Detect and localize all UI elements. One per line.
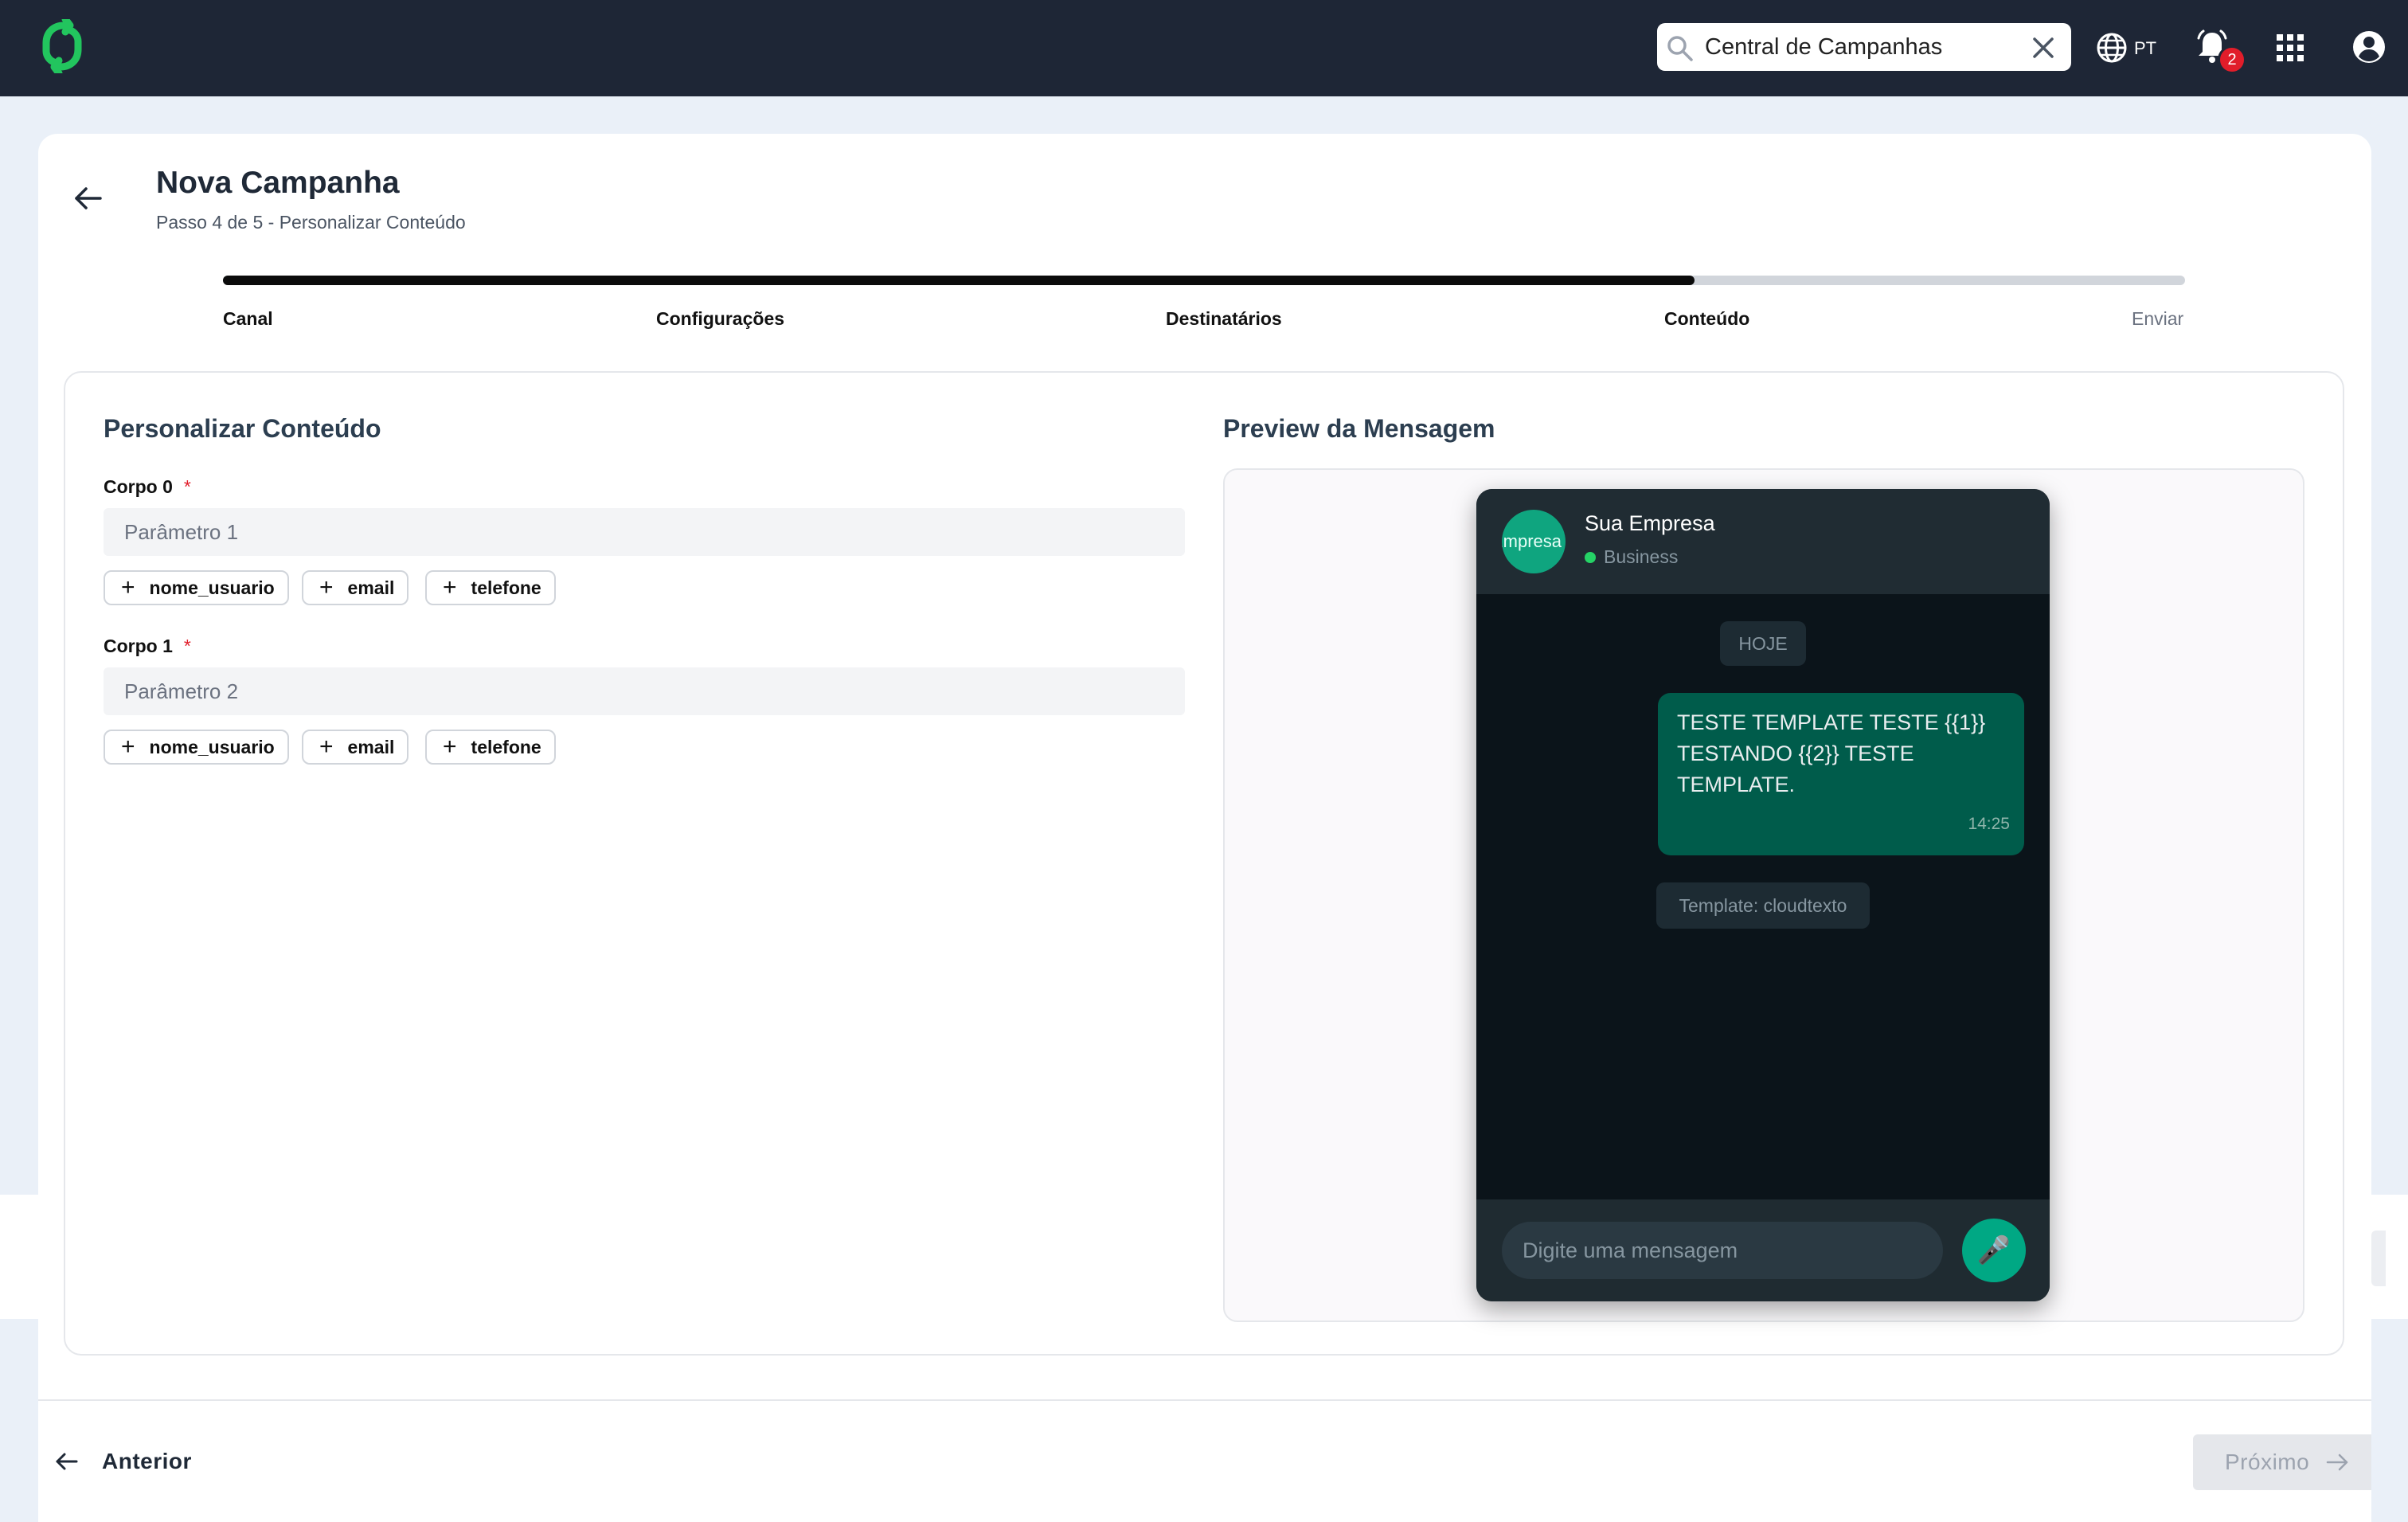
- section-title-personalize: Personalizar Conteúdo: [104, 414, 381, 443]
- parameter-2-input[interactable]: Parâmetro 2: [104, 667, 1185, 715]
- step-configuracoes[interactable]: Configurações: [656, 308, 784, 330]
- plus-icon: +: [319, 734, 334, 760]
- field-label-corpo-0: Corpo 0 *: [104, 476, 191, 498]
- plus-icon: +: [443, 574, 457, 601]
- chat-footer: Digite uma mensagem 🎤: [1476, 1199, 2050, 1301]
- top-navigation-bar: Central de Campanhas PT 2: [0, 0, 2408, 96]
- progress-fill: [223, 276, 1695, 285]
- chip-label: telefone: [471, 736, 541, 757]
- logo-icon[interactable]: [35, 19, 89, 73]
- progress-track: [223, 276, 2185, 285]
- plus-icon: +: [443, 734, 457, 760]
- chip-add-nome-usuario[interactable]: + nome_usuario: [104, 570, 289, 605]
- language-label[interactable]: PT: [2134, 38, 2156, 59]
- chip-label: nome_usuario: [149, 577, 275, 598]
- chip-label: email: [347, 736, 395, 757]
- plus-icon: +: [121, 574, 135, 601]
- apps-grid-icon[interactable]: [2276, 33, 2304, 62]
- back-arrow-icon[interactable]: [72, 182, 105, 215]
- step-conteudo[interactable]: Conteúdo: [1664, 308, 1749, 330]
- mic-icon[interactable]: 🎤: [1962, 1219, 2026, 1282]
- online-dot-icon: [1585, 552, 1596, 563]
- next-label: Próximo: [2225, 1450, 2310, 1474]
- chip-label: nome_usuario: [149, 736, 275, 757]
- chip-add-telefone[interactable]: + telefone: [425, 570, 556, 605]
- arrow-right-icon: [2326, 1454, 2348, 1471]
- step-enviar[interactable]: Enviar: [2132, 308, 2183, 330]
- page-title: Nova Campanha: [156, 166, 400, 200]
- message-text: TESTE TEMPLATE TESTE {{1}} TESTANDO {{2}…: [1677, 710, 1986, 796]
- chat-header: Empresa Sua Empresa Business: [1476, 489, 2050, 594]
- plus-icon: +: [121, 734, 135, 760]
- company-status: Business: [1585, 546, 1678, 568]
- message-input[interactable]: Digite uma mensagem: [1502, 1222, 1943, 1279]
- message-bubble: TESTE TEMPLATE TESTE {{1}} TESTANDO {{2}…: [1658, 693, 2024, 855]
- company-status-text: Business: [1604, 546, 1679, 567]
- day-separator: HOJE: [1720, 621, 1806, 666]
- search-icon: [1667, 36, 1693, 61]
- chip-add-nome-usuario[interactable]: + nome_usuario: [104, 730, 289, 765]
- required-mark: *: [183, 476, 191, 497]
- globe-icon[interactable]: [2094, 30, 2129, 65]
- template-label: Template: cloudtexto: [1656, 882, 1870, 929]
- plus-icon: +: [319, 574, 334, 601]
- company-name: Sua Empresa: [1585, 511, 1715, 535]
- chip-add-email[interactable]: + email: [302, 730, 409, 765]
- phone-mockup: Empresa Sua Empresa Business HOJE TESTE …: [1476, 489, 2050, 1301]
- section-title-preview: Preview da Mensagem: [1223, 414, 1495, 443]
- search-bar[interactable]: Central de Campanhas: [1657, 23, 2071, 71]
- close-icon[interactable]: [2031, 36, 2055, 60]
- field-label-text: Corpo 0: [104, 476, 173, 497]
- step-destinatarios[interactable]: Destinatários: [1166, 308, 1282, 330]
- required-mark: *: [183, 636, 191, 656]
- chip-label: email: [347, 577, 395, 598]
- chip-add-telefone[interactable]: + telefone: [425, 730, 556, 765]
- next-button[interactable]: Próximo: [2193, 1434, 2371, 1490]
- footer-divider: [38, 1399, 2371, 1401]
- notification-badge: 2: [2218, 45, 2246, 74]
- avatar: Empresa: [1502, 510, 1566, 573]
- parameter-1-input[interactable]: Parâmetro 1: [104, 508, 1185, 556]
- page-subtitle: Passo 4 de 5 - Personalizar Conteúdo: [156, 212, 466, 233]
- arrow-left-icon: [56, 1453, 78, 1470]
- chip-add-email[interactable]: + email: [302, 570, 409, 605]
- previous-button[interactable]: Anterior: [54, 1442, 192, 1481]
- message-time: 14:25: [1968, 815, 2010, 833]
- step-canal[interactable]: Canal: [223, 308, 273, 330]
- user-circle-icon[interactable]: [2351, 29, 2387, 65]
- chip-label: telefone: [471, 577, 541, 598]
- field-label-text: Corpo 1: [104, 636, 173, 656]
- search-input[interactable]: Central de Campanhas: [1705, 33, 1942, 61]
- field-label-corpo-1: Corpo 1 *: [104, 636, 191, 657]
- previous-label: Anterior: [102, 1449, 192, 1473]
- scroll-handle[interactable]: [2371, 1231, 2386, 1286]
